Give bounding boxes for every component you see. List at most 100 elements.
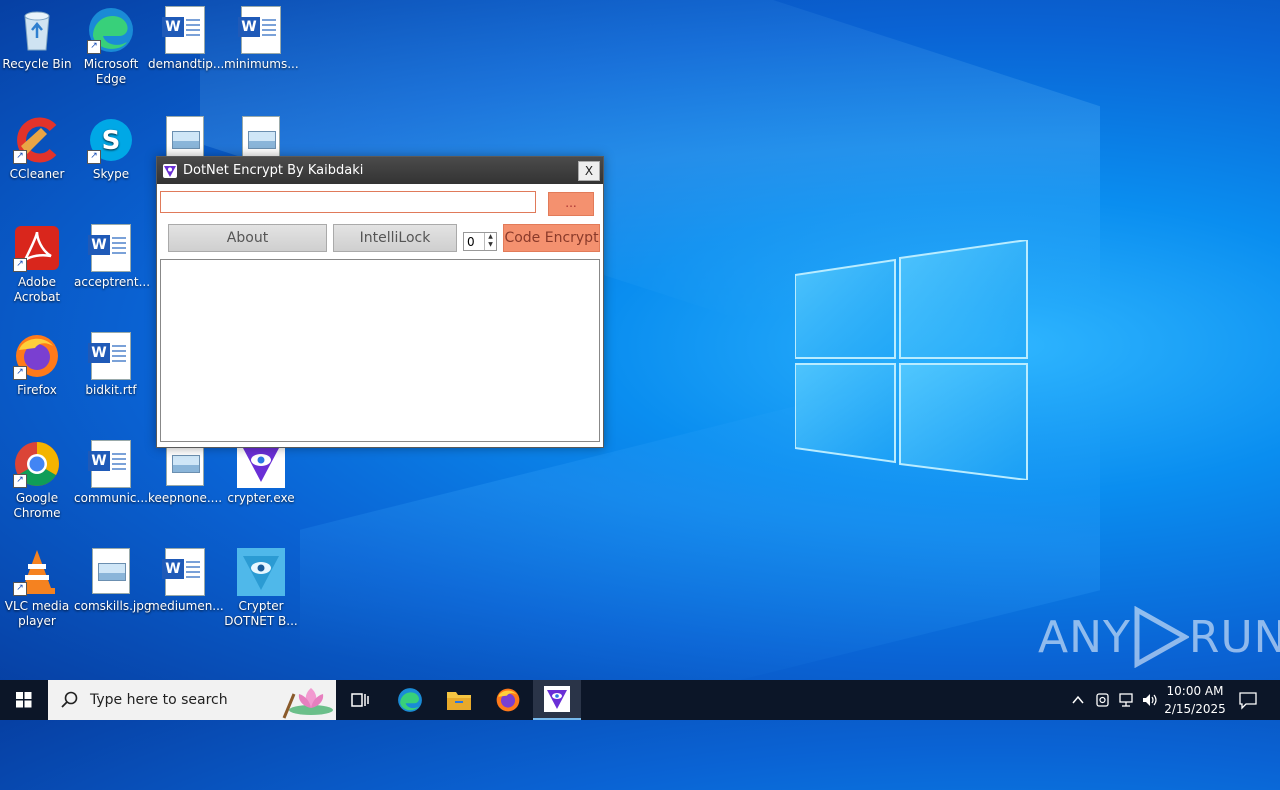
windows-logo-wallpaper	[795, 240, 1028, 480]
desktop-icon-comskills[interactable]: comskills.jpg	[74, 542, 151, 614]
task-view-icon	[351, 693, 369, 707]
desktop-icon-label: CCleaner	[9, 167, 65, 181]
camera-icon	[1096, 693, 1109, 707]
desktop-icon-communic[interactable]: W communic...	[74, 434, 148, 506]
desktop-icon-label: Crypter DOTNET B...	[224, 599, 298, 628]
tray-volume[interactable]	[1141, 680, 1159, 720]
shortcut-arrow-icon: ↗	[13, 150, 27, 164]
image-file-icon	[92, 548, 130, 594]
desktop-icon-label: demandtip...	[148, 57, 225, 71]
taskbar-clock[interactable]: 10:00 AM 2/15/2025	[1160, 682, 1230, 718]
clock-time: 10:00 AM	[1166, 684, 1224, 698]
watermark-text-left: ANY	[1038, 611, 1131, 663]
window-title: DotNet Encrypt By Kaibdaki	[183, 163, 364, 178]
word-document-icon: W	[88, 332, 131, 380]
shortcut-arrow-icon: ↗	[13, 474, 27, 488]
shortcut-arrow-icon: ↗	[13, 582, 27, 596]
crypter-eye-icon	[237, 548, 285, 596]
desktop-icon-recycle-bin[interactable]: Recycle Bin	[0, 0, 74, 72]
word-document-icon: W	[88, 224, 131, 272]
intellilock-button[interactable]: IntelliLock	[333, 224, 457, 252]
desktop-icon-firefox[interactable]: ↗ Firefox	[0, 326, 74, 398]
word-document-icon: W	[238, 6, 281, 54]
folder-icon	[447, 692, 471, 710]
action-center-button[interactable]	[1238, 680, 1258, 720]
desktop-icon-label: Microsoft Edge	[83, 57, 139, 86]
browse-button[interactable]: ...	[548, 192, 594, 216]
taskbar: Type here to search 10:00 AM 2/15/2025	[0, 680, 1280, 720]
start-button[interactable]	[0, 680, 48, 720]
word-document-icon: W	[88, 440, 131, 488]
word-document-icon: W	[162, 548, 205, 596]
file-path-input[interactable]	[160, 191, 536, 213]
taskbar-dotnet-encrypt-button[interactable]	[533, 680, 581, 720]
search-icon	[61, 691, 78, 708]
desktop-icon-minimums[interactable]: W minimums...	[224, 0, 299, 72]
vlc-cone-icon: ↗	[13, 548, 61, 596]
desktop-icon-label: acceptrent...	[74, 275, 151, 289]
network-icon	[1119, 693, 1133, 707]
chrome-icon: ↗	[13, 440, 61, 488]
desktop-icon-label: Adobe Acrobat	[13, 275, 61, 304]
numeric-spinner[interactable]: 0 ▲ ▼	[463, 232, 497, 251]
desktop-icon-demandtip[interactable]: W demandtip...	[148, 0, 225, 72]
code-encrypt-button[interactable]: Code Encrypt	[503, 224, 600, 252]
tray-meet-now[interactable]	[1094, 680, 1112, 720]
dotnet-encrypt-window: DotNet Encrypt By Kaibdaki X ... About I…	[156, 156, 604, 448]
recycle-bin-icon	[13, 6, 61, 54]
desktop-icon-acceptrent[interactable]: W acceptrent...	[74, 218, 151, 290]
shortcut-arrow-icon: ↗	[87, 40, 101, 54]
desktop-icon-skype[interactable]: S ↗ Skype	[74, 110, 148, 182]
taskbar-file-explorer-button[interactable]	[435, 680, 483, 720]
show-hidden-icons-button[interactable]	[1070, 680, 1086, 720]
desktop-icon-mediumen[interactable]: W mediumen...	[148, 542, 224, 614]
taskbar-edge-button[interactable]	[386, 680, 434, 720]
close-button[interactable]: X	[578, 160, 600, 181]
anyrun-watermark: ANY RUN	[1038, 606, 1280, 668]
desktop-icon-bidkit[interactable]: W bidkit.rtf	[74, 326, 148, 398]
search-highlight-lotus-icon	[282, 688, 333, 719]
play-triangle-icon	[1134, 606, 1189, 668]
spinner-value: 0	[467, 235, 475, 249]
desktop-icon-label: minimums...	[224, 57, 299, 71]
taskbar-search-box[interactable]: Type here to search	[48, 680, 336, 720]
svg-text:S: S	[102, 126, 121, 156]
window-titlebar[interactable]: DotNet Encrypt By Kaibdaki X	[157, 157, 603, 184]
desktop-icon-label: Firefox	[17, 383, 57, 397]
tray-network[interactable]	[1117, 680, 1135, 720]
desktop-icon-label: bidkit.rtf	[85, 383, 137, 397]
watermark-text-right: RUN	[1188, 611, 1280, 663]
desktop-icon-label: mediumen...	[148, 599, 224, 613]
desktop-icon-label: keepnone....	[148, 491, 223, 505]
speaker-icon	[1143, 694, 1157, 706]
app-eye-icon	[163, 163, 177, 178]
edge-icon: ↗	[87, 6, 135, 54]
desktop-icon-label: Skype	[92, 167, 130, 181]
skype-icon: S ↗	[87, 116, 135, 164]
ccleaner-icon: ↗	[13, 116, 61, 164]
shortcut-arrow-icon: ↗	[87, 150, 101, 164]
word-document-icon: W	[162, 6, 205, 54]
desktop-icon-crypter-dotnet[interactable]: Crypter DOTNET B...	[224, 542, 298, 629]
output-textarea[interactable]	[160, 259, 600, 442]
desktop-icon-label: Recycle Bin	[2, 57, 72, 71]
spinner-up-icon[interactable]: ▲	[485, 233, 496, 241]
desktop-icon-label: VLC media player	[4, 599, 70, 628]
task-view-button[interactable]	[336, 680, 384, 720]
clock-date: 2/15/2025	[1164, 702, 1226, 716]
spinner-down-icon[interactable]: ▼	[485, 241, 496, 249]
desktop-icon-label: communic...	[74, 491, 148, 505]
desktop-icon-google-chrome[interactable]: ↗ Google Chrome	[0, 434, 74, 521]
desktop-icon-vlc[interactable]: ↗ VLC media player	[0, 542, 74, 629]
about-button[interactable]: About	[168, 224, 327, 252]
taskbar-firefox-button[interactable]	[484, 680, 532, 720]
chevron-up-icon	[1072, 695, 1084, 704]
desktop-icon-label: Google Chrome	[13, 491, 61, 520]
search-placeholder: Type here to search	[90, 692, 228, 708]
desktop-icon-edge[interactable]: ↗ Microsoft Edge	[74, 0, 148, 87]
firefox-icon	[496, 688, 520, 712]
desktop-icon-adobe-acrobat[interactable]: ↗ Adobe Acrobat	[0, 218, 74, 305]
desktop-icon-ccleaner[interactable]: ↗ CCleaner	[0, 110, 74, 182]
crypter-eye-icon	[544, 686, 570, 712]
adobe-acrobat-icon: ↗	[13, 224, 61, 272]
